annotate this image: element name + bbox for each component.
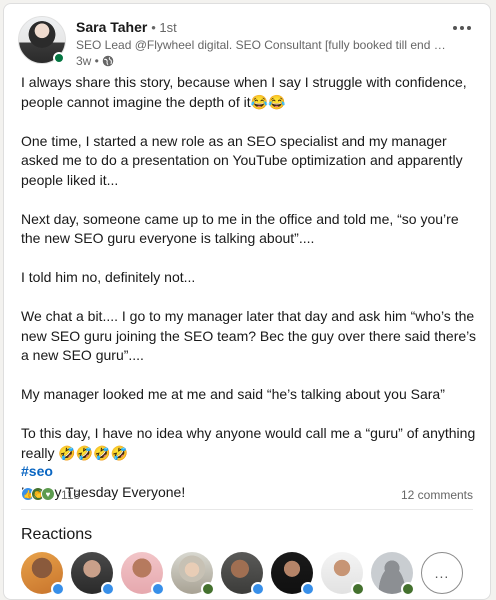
comments-count[interactable]: 12 comments	[401, 488, 473, 502]
author-name[interactable]: Sara Taher	[76, 19, 147, 35]
reactor-avatar[interactable]	[71, 552, 115, 596]
reaction-icons[interactable]: 👍 👏 ♥	[21, 487, 55, 501]
author-name-row: Sara Taher • 1st	[76, 19, 177, 35]
post-body: I always share this story, because when …	[21, 73, 479, 522]
post-time: 3w •	[76, 54, 99, 68]
support-icon	[351, 582, 365, 596]
more-dot	[460, 26, 464, 30]
post-paragraph: Next day, someone came up to me in the o…	[21, 210, 463, 247]
support-icon: ♥	[41, 487, 55, 501]
more-dot	[467, 26, 471, 30]
post-header: Sara Taher • 1st SEO Lead @Flywheel digi…	[18, 16, 478, 68]
post-paragraph: To this day, I have no idea why anyone w…	[21, 425, 480, 461]
more-options-button[interactable]	[450, 18, 474, 38]
post-meta: 3w •	[76, 54, 114, 68]
hashtag-link[interactable]: #seo	[21, 463, 53, 479]
reactor-avatar[interactable]	[321, 552, 365, 596]
like-icon	[251, 582, 265, 596]
post-paragraph: One time, I started a new role as an SEO…	[21, 132, 467, 188]
like-icon	[151, 582, 165, 596]
post-paragraph: My manager looked me at me and said “he’…	[21, 386, 445, 402]
post-paragraph: I always share this story, because when …	[21, 74, 471, 110]
reactor-avatar[interactable]	[371, 552, 415, 596]
globe-icon	[102, 55, 114, 67]
post-card: Sara Taher • 1st SEO Lead @Flywheel digi…	[3, 3, 491, 600]
support-icon	[201, 582, 215, 596]
more-dot	[453, 26, 457, 30]
reactor-avatar[interactable]	[171, 552, 215, 596]
social-counts: 👍 👏 ♥ 113 12 comments	[21, 487, 473, 503]
author-headline: SEO Lead @Flywheel digital. SEO Consulta…	[76, 38, 448, 52]
like-icon	[301, 582, 315, 596]
open-to-work-badge	[53, 52, 65, 64]
more-reactions-button[interactable]: ...	[421, 552, 463, 594]
reactors-list: ...	[21, 552, 481, 598]
reactor-avatar[interactable]	[121, 552, 165, 596]
connection-degree: • 1st	[151, 20, 177, 35]
like-icon	[51, 582, 65, 596]
reactor-avatar[interactable]	[271, 552, 315, 596]
reaction-count[interactable]: 113	[61, 488, 80, 502]
reactor-avatar[interactable]	[221, 552, 265, 596]
reactions-heading: Reactions	[21, 526, 93, 543]
post-paragraph: I told him no, definitely not...	[21, 269, 196, 285]
divider	[21, 509, 473, 510]
support-icon	[401, 582, 415, 596]
like-icon	[101, 582, 115, 596]
reactor-avatar[interactable]	[21, 552, 65, 596]
post-paragraph: We chat a bit.... I go to my manager lat…	[21, 308, 480, 363]
